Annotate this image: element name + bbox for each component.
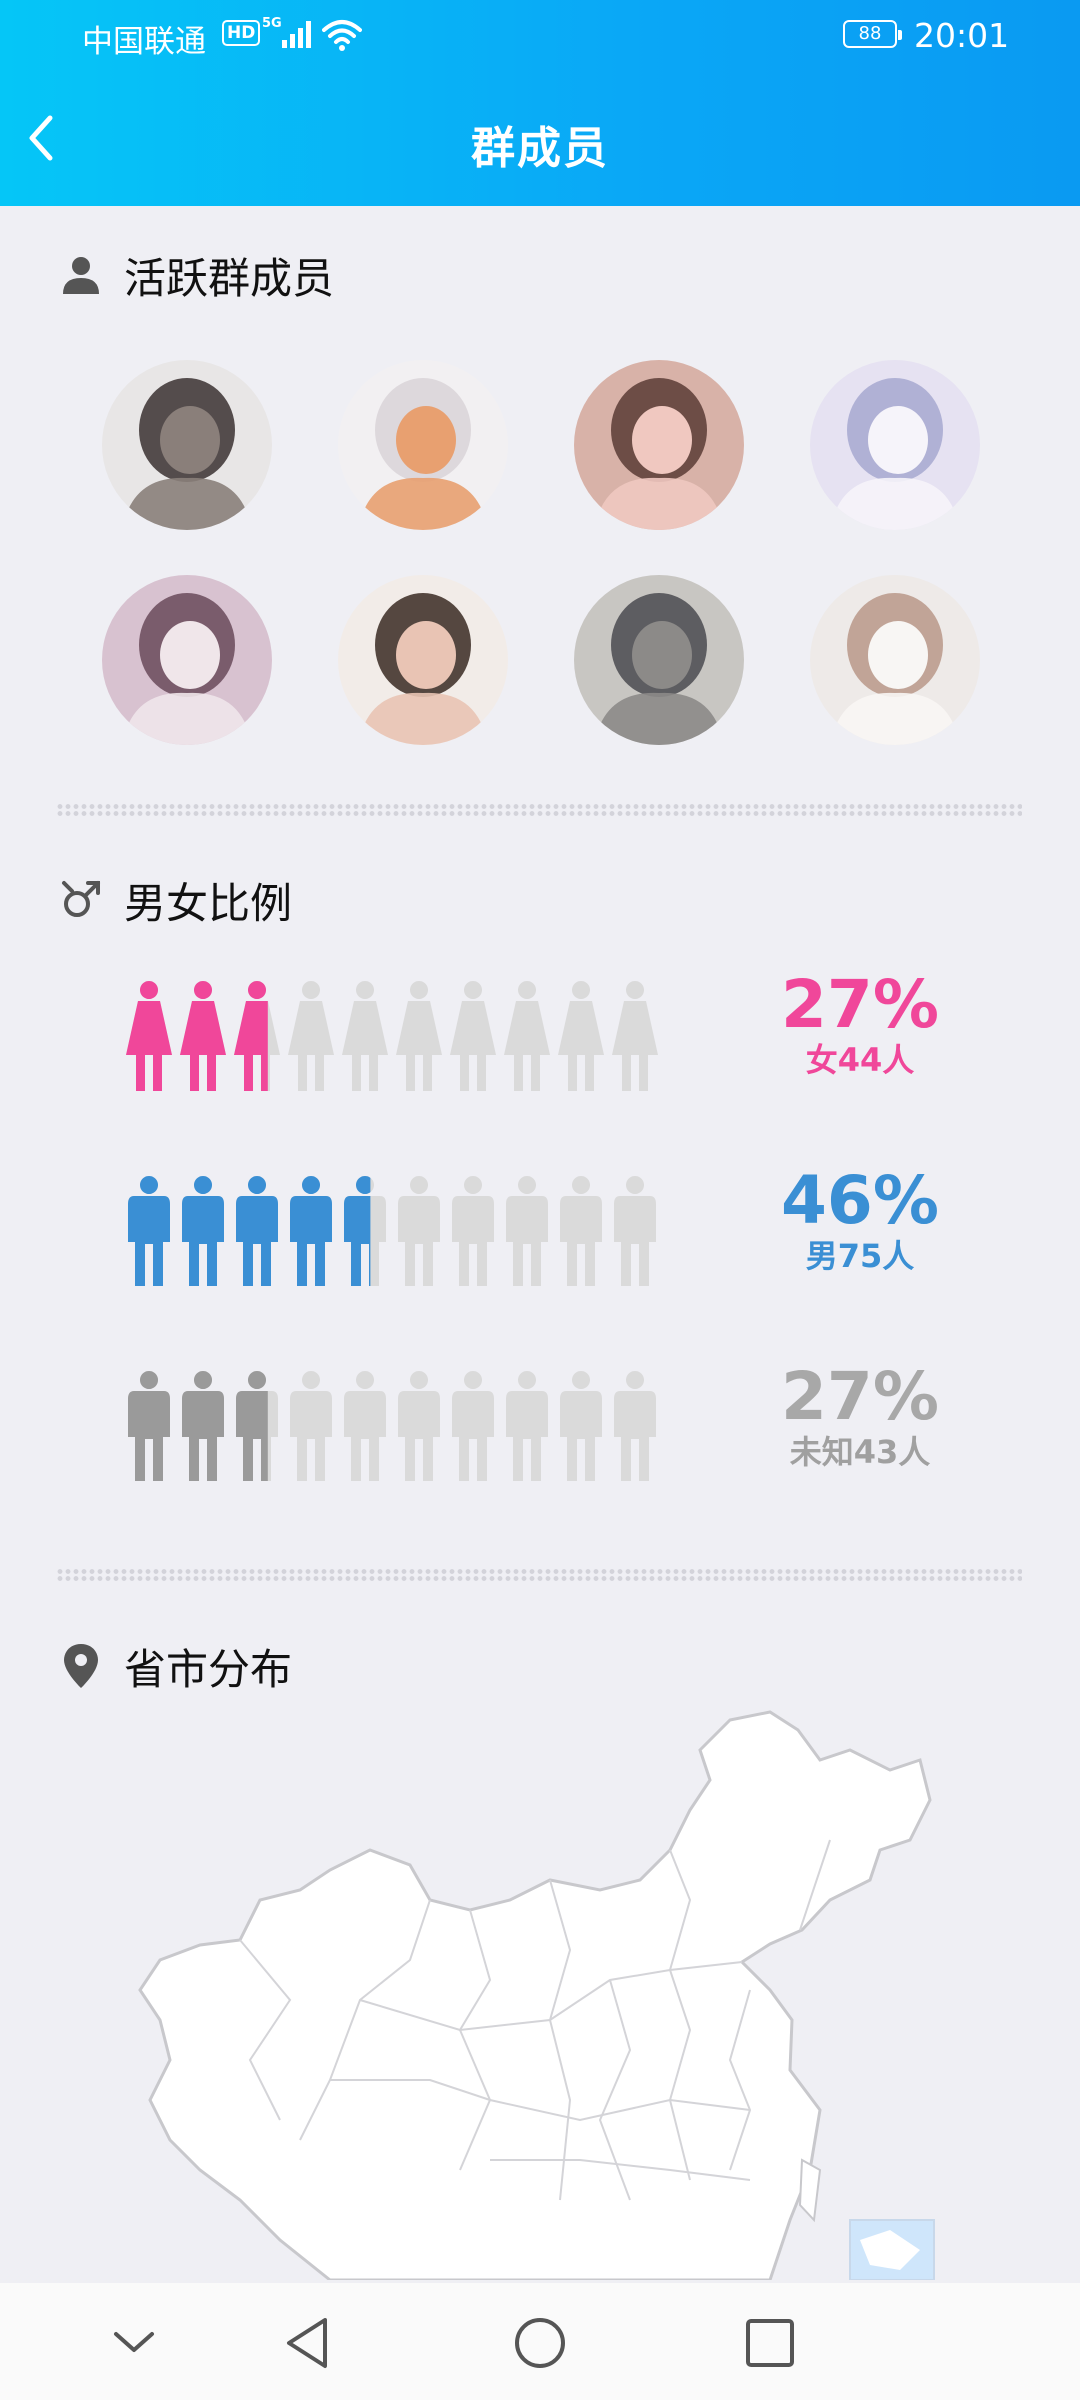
- section-divider-2: [56, 1568, 1022, 1582]
- figure-filled: [236, 1176, 278, 1286]
- unknown-stat: 27% 未知43人: [760, 1362, 960, 1472]
- unknown-count: 未知43人: [789, 1433, 931, 1471]
- male-stat: 46% 男75人: [760, 1166, 960, 1276]
- female-stat: 27% 女44人: [760, 970, 960, 1080]
- active-members-title: 活跃群成员: [124, 253, 335, 303]
- figure-filled: [126, 981, 172, 1091]
- female-count: 女44人: [805, 1041, 915, 1079]
- female-figures: [126, 981, 658, 1091]
- figure-empty: [612, 981, 658, 1091]
- female-percent: 27%: [781, 966, 939, 1043]
- carrier-name: 中国联通: [82, 24, 206, 60]
- member-avatar[interactable]: [102, 360, 272, 530]
- member-avatar[interactable]: [810, 360, 980, 530]
- unknown-figures: [128, 1371, 656, 1481]
- gender-icon: [58, 877, 104, 923]
- member-avatar[interactable]: [102, 575, 272, 745]
- figure-empty: [288, 981, 334, 1091]
- figure-filled: [182, 1176, 224, 1286]
- nav-back-button[interactable]: [278, 2313, 338, 2373]
- province-header: 省市分布: [58, 1636, 292, 1696]
- figure-empty: [344, 1371, 386, 1481]
- province-title: 省市分布: [124, 1644, 293, 1694]
- circle-home-icon: [515, 2318, 565, 2368]
- member-avatar[interactable]: [810, 575, 980, 745]
- figure-empty: [506, 1371, 548, 1481]
- section-divider: [56, 803, 1022, 817]
- figure-empty: [342, 981, 388, 1091]
- figure-empty: [560, 1176, 602, 1286]
- member-avatar[interactable]: [338, 575, 508, 745]
- figure-filled: [290, 1176, 332, 1286]
- figure-empty: [504, 981, 550, 1091]
- person-icon: [58, 252, 104, 298]
- gender-ratio-title: 男女比例: [124, 878, 293, 928]
- nav-recents-button[interactable]: [740, 2313, 800, 2373]
- figure-empty: [398, 1176, 440, 1286]
- active-members-header: 活跃群成员: [58, 245, 334, 305]
- clock: 20:01: [914, 16, 1010, 55]
- figure-filled: [180, 981, 226, 1091]
- figure-empty: [450, 981, 496, 1091]
- china-map[interactable]: [130, 1700, 950, 2280]
- header-bar: 中国联通 HD 5G 88 20:01 群成员: [0, 0, 1080, 206]
- square-recents-icon: [746, 2319, 794, 2367]
- female-ratio-row: [122, 975, 662, 1095]
- figure-filled: [128, 1176, 170, 1286]
- system-navbar: [0, 2283, 1080, 2400]
- unknown-ratio-row: [122, 1365, 662, 1485]
- figure-empty: [398, 1371, 440, 1481]
- figure-empty: [290, 1371, 332, 1481]
- collapse-button[interactable]: [104, 2313, 164, 2373]
- member-avatar[interactable]: [574, 575, 744, 745]
- wifi-icon: [322, 20, 362, 51]
- member-avatar[interactable]: [338, 360, 508, 530]
- male-figures: [128, 1176, 656, 1286]
- unknown-percent: 27%: [781, 1358, 939, 1435]
- status-bar: 中国联通 HD 5G 88 20:01: [82, 16, 1010, 60]
- figure-filled: [128, 1371, 170, 1481]
- nav-home-button[interactable]: [510, 2313, 570, 2373]
- figure-empty: [396, 981, 442, 1091]
- figure-empty: [506, 1176, 548, 1286]
- male-ratio-row: [122, 1170, 662, 1290]
- figure-empty: [452, 1176, 494, 1286]
- figure-filled: [182, 1371, 224, 1481]
- male-percent: 46%: [781, 1162, 939, 1239]
- figure-empty: [452, 1371, 494, 1481]
- chevron-down-icon: [114, 2332, 154, 2352]
- male-count: 男75人: [805, 1237, 915, 1275]
- battery-icon: 88: [843, 20, 902, 48]
- figure-empty: [558, 981, 604, 1091]
- figure-empty: [614, 1371, 656, 1481]
- figure-empty: [614, 1176, 656, 1286]
- page-title: 群成员: [471, 123, 609, 174]
- triangle-back-icon: [287, 2318, 327, 2368]
- member-avatar[interactable]: [574, 360, 744, 530]
- figure-empty: [560, 1371, 602, 1481]
- hd-badge: HD: [222, 20, 261, 46]
- location-pin-icon: [58, 1643, 104, 1689]
- gender-ratio-header: 男女比例: [58, 870, 292, 930]
